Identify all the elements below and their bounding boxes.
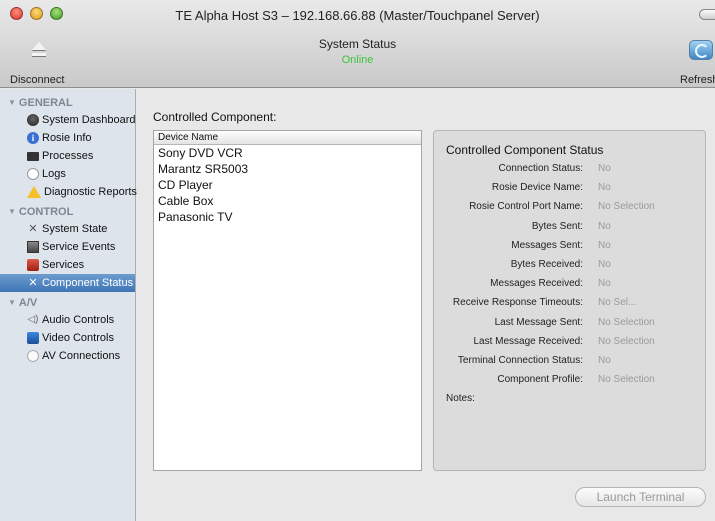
- sidebar-item-audio-controls[interactable]: ◁) Audio Controls: [0, 311, 135, 329]
- sidebar-item-system-state[interactable]: ✕ System State: [0, 220, 135, 238]
- sidebar-section-control[interactable]: ▼ CONTROL: [0, 204, 135, 220]
- sidebar-item-diagnostic-reports[interactable]: Diagnostic Reports: [0, 183, 137, 201]
- processes-icon: [27, 151, 39, 161]
- disconnect-button[interactable]: [10, 40, 48, 60]
- sidebar-item-logs[interactable]: Logs: [0, 165, 135, 183]
- device-name-column-header[interactable]: Device Name: [154, 131, 421, 145]
- component-status-panel: Controlled Component Status Connection S…: [433, 130, 706, 471]
- device-list[interactable]: Device Name Sony DVD VCR Marantz SR5003 …: [153, 130, 422, 471]
- services-icon: [27, 259, 39, 271]
- sidebar-section-av[interactable]: ▼ A/V: [0, 295, 135, 311]
- device-row[interactable]: Sony DVD VCR: [154, 145, 421, 161]
- launch-terminal-button[interactable]: Launch Terminal: [575, 487, 706, 507]
- refresh-label[interactable]: Refresh: [680, 74, 715, 86]
- sidebar-item-system-dashboard[interactable]: System Dashboard: [0, 111, 136, 129]
- refresh-icon: [689, 40, 713, 60]
- status-row-control-port: Rosie Control Port Name: No Selection: [469, 201, 655, 212]
- tools-icon: ✕: [28, 277, 38, 289]
- sidebar-item-service-events[interactable]: Service Events: [0, 238, 135, 256]
- events-icon: [27, 241, 39, 253]
- device-row[interactable]: Panasonic TV: [154, 209, 421, 225]
- speaker-icon: ◁): [27, 314, 39, 325]
- status-row-component-profile: Component Profile: No Selection: [497, 374, 655, 385]
- device-row[interactable]: Marantz SR5003: [154, 161, 421, 177]
- disclosure-triangle-icon[interactable]: ▼: [8, 295, 16, 311]
- status-row-messages-received: Messages Received: No: [490, 278, 611, 289]
- status-row-connection: Connection Status: No: [498, 163, 611, 174]
- sidebar-item-processes[interactable]: Processes: [0, 147, 135, 165]
- status-row-messages-sent: Messages Sent: No: [511, 240, 611, 251]
- sidebar-item-video-controls[interactable]: Video Controls: [0, 329, 135, 347]
- controlled-component-label: Controlled Component:: [153, 110, 277, 124]
- sidebar-item-av-connections[interactable]: AV Connections: [0, 347, 135, 365]
- component-status-title: Controlled Component Status: [446, 143, 604, 157]
- disconnect-label[interactable]: Disconnect: [10, 74, 64, 86]
- sidebar: ▼ GENERAL System Dashboard i Rosie Info Pr…: [0, 89, 137, 521]
- dashboard-icon: [27, 114, 39, 126]
- toolbar-toggle-button[interactable]: [699, 9, 715, 20]
- app-window: TE Alpha Host S3 – 192.168.66.88 (Master…: [0, 0, 715, 521]
- window-title: TE Alpha Host S3 – 192.168.66.88 (Master…: [175, 8, 540, 23]
- toolbar-title: System Status: [318, 37, 397, 51]
- video-icon: [27, 332, 39, 344]
- device-row[interactable]: CD Player: [154, 177, 421, 193]
- warning-icon: [27, 186, 41, 198]
- sidebar-item-component-status[interactable]: ✕ Component Status: [0, 274, 135, 292]
- sidebar-item-services[interactable]: Services: [0, 256, 135, 274]
- info-icon: i: [27, 132, 39, 144]
- disclosure-triangle-icon[interactable]: ▼: [8, 95, 16, 111]
- status-row-response-timeouts: Receive Response Timeouts: No Sel...: [452, 297, 637, 308]
- status-row-last-message-received: Last Message Received: No Selection: [473, 336, 655, 347]
- eject-icon: [28, 40, 48, 60]
- device-row[interactable]: Cable Box: [154, 193, 421, 209]
- sidebar-section-general[interactable]: ▼ GENERAL: [0, 95, 135, 111]
- sidebar-item-rosie-info[interactable]: i Rosie Info: [0, 129, 135, 147]
- status-row-terminal-connection: Terminal Connection Status: No: [457, 355, 611, 366]
- refresh-button[interactable]: [688, 40, 714, 62]
- status-row-last-message-sent: Last Message Sent: No Selection: [494, 317, 655, 328]
- disclosure-triangle-icon[interactable]: ▼: [8, 204, 16, 220]
- status-row-bytes-sent: Bytes Sent: No: [531, 221, 611, 232]
- connection-status: Online: [341, 54, 374, 66]
- title-toolbar: TE Alpha Host S3 – 192.168.66.88 (Master…: [0, 0, 715, 88]
- notes-label: Notes:: [446, 393, 475, 404]
- logs-icon: [27, 168, 39, 180]
- status-row-rosie-device-name: Rosie Device Name: No: [491, 182, 611, 193]
- status-row-bytes-received: Bytes Received: No: [510, 259, 611, 270]
- tools-icon: ✕: [28, 223, 38, 235]
- av-connections-icon: [27, 350, 39, 362]
